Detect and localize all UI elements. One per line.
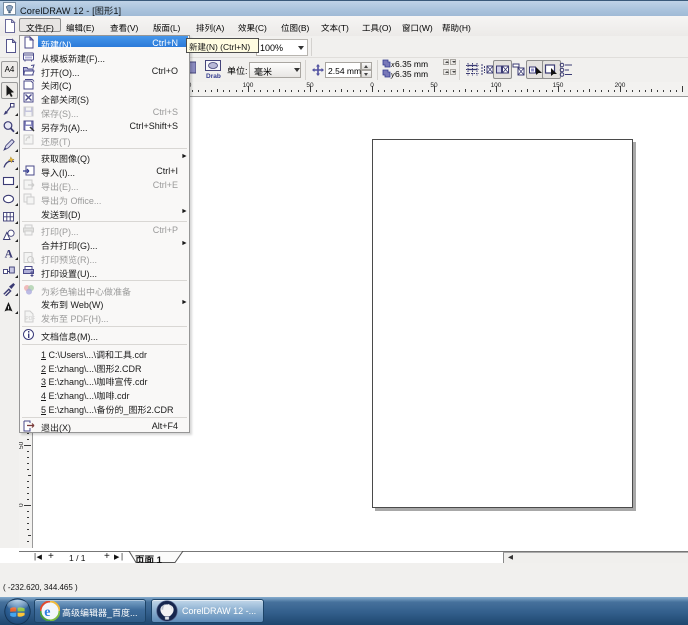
svg-text:e: e xyxy=(44,605,50,620)
svg-text:A: A xyxy=(5,249,14,261)
svg-text:PDF: PDF xyxy=(25,316,35,322)
svg-text:Drab: Drab xyxy=(206,73,221,80)
